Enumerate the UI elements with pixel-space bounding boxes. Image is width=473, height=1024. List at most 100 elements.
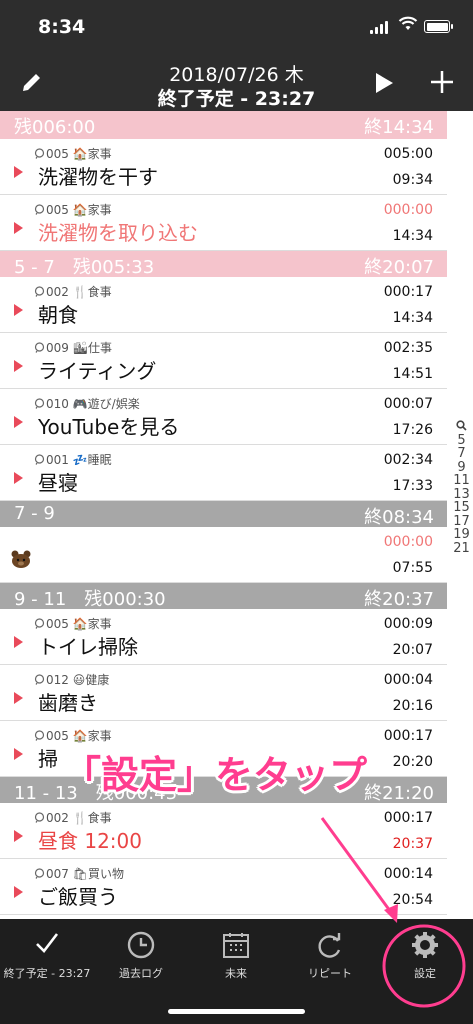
task-row[interactable]: 002 🍴食事 昼食 12:00 000:17 20:37 (0, 803, 447, 859)
search-icon[interactable] (450, 420, 473, 434)
section-header[interactable]: 7 - 9 終08:34 (0, 501, 447, 528)
task-meta: 010 🎮遊び/娯楽 (34, 395, 140, 412)
task-row[interactable]: 000:00 07:55 (0, 527, 447, 583)
clock-icon (127, 931, 155, 963)
task-duration: 000:00 (383, 534, 433, 550)
task-title: トイレ掃除 (38, 635, 138, 659)
task-meta: 012 😃健康 (34, 671, 109, 688)
task-meta-text: 005 🏠家事 (46, 147, 112, 161)
task-meta-text: 009 🏙仕事 (46, 341, 112, 355)
task-meta: 005 🏠家事 (34, 615, 112, 632)
task-duration: 000:14 (383, 866, 433, 882)
task-row[interactable]: 007 🛍買い物 ご飯買う 000:14 20:54 (0, 859, 447, 915)
section-header[interactable]: 9 - 11 残000:30 終20:37 (0, 583, 447, 610)
task-title: 歯磨き (38, 691, 98, 715)
tab-settings[interactable]: 設定 (378, 919, 472, 989)
task-meta: 001 💤睡眠 (34, 451, 112, 468)
bear-icon (10, 550, 32, 572)
section-end: 終20:07 (364, 257, 434, 278)
section-end: 終08:34 (364, 507, 434, 528)
tab-repeat[interactable]: リピート (283, 919, 377, 989)
task-duration: 005:00 (383, 146, 433, 162)
tab-label: 設定 (414, 967, 436, 980)
play-marker-icon[interactable] (14, 636, 23, 648)
tab-done[interactable]: 終了予定 - 23:27 (0, 919, 94, 989)
task-finish-time: 17:33 (392, 478, 433, 494)
play-marker-icon[interactable] (14, 472, 23, 484)
section-range: 9 - 11 残000:30 (14, 589, 166, 610)
repeat-icon (316, 931, 344, 963)
play-marker-icon[interactable] (14, 416, 23, 428)
tab-label: 過去ログ (119, 967, 163, 980)
task-title: 洗濯物を取り込む (38, 221, 198, 245)
task-meta-text: 002 🍴食事 (46, 811, 112, 825)
task-row[interactable]: 002 🍴食事 朝食 000:17 14:34 (0, 277, 447, 333)
play-marker-icon[interactable] (14, 886, 23, 898)
task-finish-time: 20:20 (392, 754, 433, 770)
task-row[interactable]: 005 🏠家事洗濯物を干す 005:00 09:34 (0, 139, 447, 195)
task-finish-time: 14:51 (392, 366, 433, 382)
play-marker-icon[interactable] (14, 222, 23, 234)
tab-future[interactable]: 未来 (189, 919, 283, 989)
section-header[interactable]: 5 - 7 残005:33 終20:07 (0, 251, 447, 278)
task-duration: 000:00 (383, 202, 433, 218)
task-finish-time: 20:54 (392, 892, 433, 908)
section-remaining: 残006:00 (14, 117, 96, 138)
task-meta: 002 🍴食事 (34, 809, 112, 826)
index-item[interactable]: 21 (450, 541, 473, 556)
repeat-count-icon (34, 398, 45, 409)
index-item[interactable]: 9 (450, 460, 473, 475)
task-row[interactable]: 001 💤睡眠 昼寝 002:34 17:33 (0, 445, 447, 501)
task-finish-time: 14:34 (392, 310, 433, 326)
section-header[interactable]: 残006:00 終14:34 (0, 111, 447, 139)
task-title: 洗濯物を干す (38, 165, 158, 189)
index-item[interactable]: 5 (450, 433, 473, 448)
index-item[interactable]: 13 (450, 487, 473, 502)
task-title: ご飯買う (38, 885, 118, 909)
task-title: YouTubeを見る (38, 415, 180, 439)
header: 8:34 2018/07/26 木 終了予定 - 23:27 (0, 0, 473, 111)
repeat-count-icon (34, 454, 45, 465)
task-title: ライティング (38, 359, 157, 383)
play-marker-icon[interactable] (14, 304, 23, 316)
task-row[interactable]: 012 😃健康 歯磨き 000:04 20:16 (0, 665, 447, 721)
index-item[interactable]: 7 (450, 447, 473, 461)
task-finish-time: 20:07 (392, 642, 433, 658)
gear-icon (411, 931, 439, 963)
task-finish-time: 14:34 (392, 228, 433, 244)
tab-label: 未来 (225, 967, 247, 980)
play-marker-icon[interactable] (14, 748, 23, 760)
play-marker-icon[interactable] (14, 360, 23, 372)
task-finish-time: 09:34 (392, 172, 433, 188)
task-row[interactable]: 005 🏠家事 トイレ掃除 000:09 20:07 (0, 609, 447, 665)
index-item[interactable]: 11 (450, 474, 473, 488)
task-row[interactable]: 005 🏠家事洗濯物を取り込む 000:00 14:34 (0, 195, 447, 251)
repeat-count-icon (34, 812, 45, 823)
tab-label: リピート (308, 967, 352, 980)
index-item[interactable]: 15 (450, 501, 473, 515)
task-meta-text: 012 😃健康 (46, 673, 110, 687)
tab-history[interactable]: 過去ログ (94, 919, 188, 989)
repeat-count-icon (34, 204, 45, 215)
task-meta: 005 🏠家事 (34, 145, 112, 162)
wifi-icon (398, 16, 418, 30)
plus-icon[interactable] (428, 68, 456, 96)
index-item[interactable]: 17 (450, 514, 473, 529)
task-meta-text: 001 💤睡眠 (46, 453, 112, 467)
section-index[interactable]: 5 7 9 11 13 15 17 19 21 (450, 420, 473, 555)
index-item[interactable]: 19 (450, 528, 473, 542)
play-icon[interactable] (374, 72, 394, 94)
status-time: 8:34 (38, 16, 86, 38)
section-range: 5 - 7 残005:33 (14, 257, 155, 278)
tab-bar: 終了予定 - 23:27 過去ログ 未来 リピート 設定 (0, 919, 473, 1024)
task-row[interactable]: 009 🏙仕事 ライティング 002:35 14:51 (0, 333, 447, 389)
status-bar: 8:34 (0, 0, 473, 52)
play-marker-icon[interactable] (14, 692, 23, 704)
play-marker-icon[interactable] (14, 830, 23, 842)
task-duration: 000:17 (383, 810, 433, 826)
task-meta: 005 🏠家事 (34, 201, 112, 218)
repeat-count-icon (34, 618, 45, 629)
repeat-count-icon (34, 342, 45, 353)
play-marker-icon[interactable] (14, 166, 23, 178)
task-row[interactable]: 010 🎮遊び/娯楽 YouTubeを見る 000:07 17:26 (0, 389, 447, 445)
